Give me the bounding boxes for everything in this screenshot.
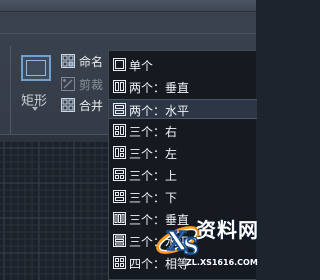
clip-icon xyxy=(61,77,75,91)
rectangle-button[interactable]: 矩形 xyxy=(18,52,54,114)
watermark-title: 资料网 xyxy=(196,218,259,242)
three-horizontal-icon xyxy=(113,234,126,247)
join-icon xyxy=(61,98,75,112)
three-vertical-icon xyxy=(113,212,126,225)
watermark-url: ZL.XS1616.COM xyxy=(186,258,258,267)
single-viewport-icon xyxy=(113,58,126,71)
three-below-icon xyxy=(113,190,126,203)
menu-item-label: 三个：右 xyxy=(129,125,178,139)
two-vertical-icon xyxy=(113,80,126,93)
chevron-down-icon[interactable] xyxy=(32,107,38,111)
clip-button[interactable]: 剪裁 xyxy=(60,75,110,93)
menu-item-three-above[interactable]: 三个：上 xyxy=(109,165,257,185)
rename-button[interactable]: 命名 xyxy=(60,52,110,70)
menu-item-two-horizontal[interactable]: 两个：水平 xyxy=(109,99,257,119)
rename-icon xyxy=(61,54,75,68)
clip-label: 剪裁 xyxy=(79,78,104,92)
three-right-icon xyxy=(113,124,126,137)
ribbon-divider xyxy=(0,33,256,34)
grid-lines xyxy=(0,142,108,280)
menu-item-two-vertical[interactable]: 两个：垂直 xyxy=(109,77,257,97)
menu-item-label: 两个：垂直 xyxy=(129,81,190,95)
ribbon-separator xyxy=(10,46,11,136)
three-above-icon xyxy=(113,168,126,181)
menu-item-single[interactable]: 单个 xyxy=(109,55,257,75)
menu-item-label: 三个：下 xyxy=(129,191,178,205)
menu-item-three-below[interactable]: 三个：下 xyxy=(109,187,257,207)
two-horizontal-icon xyxy=(113,103,126,116)
join-button[interactable]: 合并 xyxy=(60,96,110,114)
menu-item-label: 两个：水平 xyxy=(129,104,190,118)
four-equal-icon xyxy=(113,256,126,269)
menu-item-label: 单个 xyxy=(129,59,154,73)
menu-item-three-left[interactable]: 三个：左 xyxy=(109,143,257,163)
rectangle-viewport-icon xyxy=(21,55,51,81)
three-left-icon xyxy=(113,146,126,159)
menu-item-label: 三个：左 xyxy=(129,147,178,161)
rename-label: 命名 xyxy=(79,55,104,69)
drawing-area[interactable] xyxy=(0,142,108,280)
join-label: 合并 xyxy=(79,99,104,113)
watermark: X S 资料网 ZL.XS1616.COM xyxy=(150,212,259,280)
menu-item-three-right[interactable]: 三个：右 xyxy=(109,121,257,141)
ribbon-top-band xyxy=(0,0,256,12)
menu-item-label: 三个：上 xyxy=(129,169,178,183)
